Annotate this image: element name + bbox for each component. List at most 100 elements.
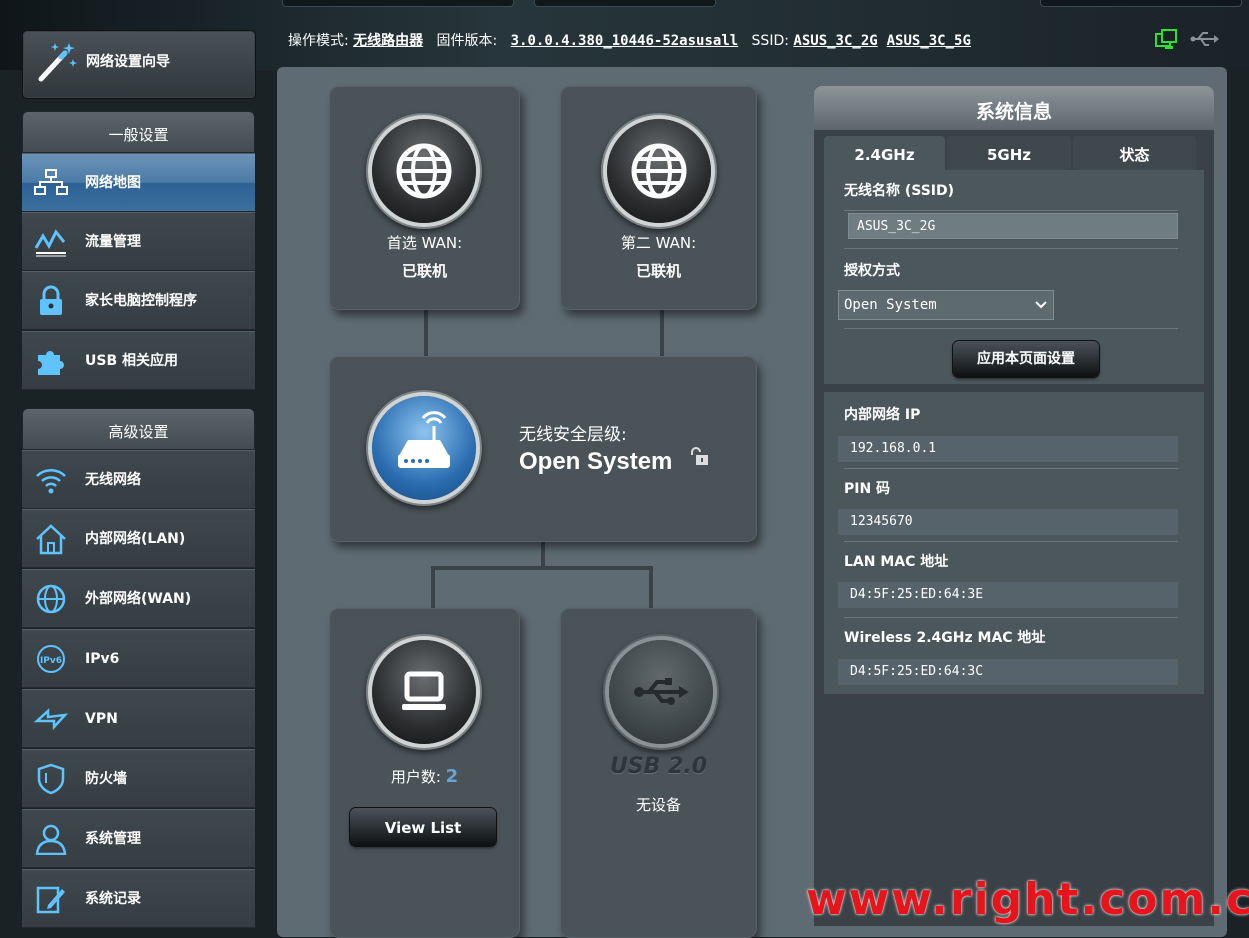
router-disk xyxy=(372,396,476,500)
wireless-mac-value: D4:5F:25:ED:64:3C xyxy=(838,659,1178,685)
general-settings-header: 一般设置 xyxy=(22,111,255,153)
sidebar-item-parental-control[interactable]: 家长电脑控制程序 xyxy=(22,271,255,330)
view-list-button[interactable]: View List xyxy=(350,808,496,846)
secondary-wan-label: 第二 WAN: xyxy=(620,234,697,252)
traffic-chart-icon xyxy=(34,229,66,257)
usb-status: 无设备 xyxy=(635,796,681,814)
svg-text:IPv6: IPv6 xyxy=(40,656,62,666)
sidebar-item-wireless[interactable]: 无线网络 xyxy=(22,450,255,509)
globe-disk xyxy=(372,119,476,223)
usb-card[interactable]: USB 2.0 无设备 xyxy=(560,608,757,938)
usb-icon xyxy=(634,678,689,705)
branch-connector xyxy=(431,566,653,570)
advanced-settings-menu: 高级设置 无线网络 内部网络(LAN) 外部网络(WAN) IPv6 IPv6 … xyxy=(22,408,255,928)
auth-method-select[interactable]: Open System xyxy=(838,290,1054,320)
clients-card[interactable]: 用户数: 2 View List xyxy=(329,608,520,938)
lock-icon xyxy=(40,285,62,315)
puzzle-icon xyxy=(38,351,64,375)
primary-wan-card[interactable]: 首选 WAN: 已联机 xyxy=(329,86,520,310)
divider xyxy=(844,210,1178,211)
sidebar-item-label: 流量管理 xyxy=(85,234,141,250)
shield-icon xyxy=(37,763,65,795)
system-status-section: 内部网络 IP 192.168.0.1 PIN 码 12345670 LAN M… xyxy=(824,392,1204,694)
site-watermark: www.right.com.cn xyxy=(806,874,1249,925)
mode-value-link[interactable]: 无线路由器 xyxy=(353,33,423,49)
lan-mac-value: D4:5F:25:ED:64:3E xyxy=(838,582,1178,608)
pin-code-value: 12345670 xyxy=(838,509,1178,535)
globe-icon xyxy=(631,143,687,199)
magic-wand-icon xyxy=(38,43,77,82)
apply-settings-button[interactable]: 应用本页面设置 xyxy=(953,341,1099,377)
clients-count-label: 用户数: xyxy=(390,768,441,786)
auth-method-value: Open System xyxy=(844,297,937,313)
sidebar-item-lan[interactable]: 内部网络(LAN) xyxy=(22,509,255,568)
tab-2-4ghz[interactable]: 2.4GHz xyxy=(824,136,945,170)
quick-setup-wizard-button[interactable]: 网络设置向导 xyxy=(22,30,256,99)
lan-ip-label: 内部网络 IP xyxy=(844,407,921,423)
wireless-mac-label: Wireless 2.4GHz MAC 地址 xyxy=(844,630,1046,646)
ssid-5g-link[interactable]: ASUS_3C_5G xyxy=(887,33,971,49)
log-edit-icon xyxy=(36,886,65,914)
secondary-wan-card[interactable]: 第二 WAN: 已联机 xyxy=(560,86,757,310)
wifi-icon xyxy=(36,469,66,494)
sidebar-item-label: 网络地图 xyxy=(85,175,141,191)
secondary-wan-status: 已联机 xyxy=(635,262,681,280)
security-level-value: Open System xyxy=(519,448,673,475)
usb-connector xyxy=(649,566,653,610)
ssid-2g-link[interactable]: ASUS_3C_2G xyxy=(793,33,877,49)
firmware-label: 固件版本: xyxy=(436,33,498,49)
sidebar-item-ipv6[interactable]: IPv6 IPv6 xyxy=(22,629,255,688)
sidebar-item-vpn[interactable]: VPN xyxy=(22,689,255,748)
divider xyxy=(844,617,1178,618)
ssid-field-label: 无线名称 (SSID) xyxy=(844,183,955,199)
sidebar-item-wan[interactable]: 外部网络(WAN) xyxy=(22,569,255,628)
primary-wan-label: 首选 WAN: xyxy=(386,234,463,252)
sidebar-item-usb-application[interactable]: USB 相关应用 xyxy=(22,331,255,390)
sidebar-item-label: 防火墙 xyxy=(85,771,127,787)
unlocked-icon xyxy=(691,447,708,465)
wizard-label: 网络设置向导 xyxy=(86,54,170,70)
firmware-value-link[interactable]: 3.0.0.4.380_10446-52asusall xyxy=(511,33,739,49)
globe-disk xyxy=(607,119,711,223)
sidebar-item-administration[interactable]: 系统管理 xyxy=(22,809,255,868)
router-card[interactable]: 无线安全层级: Open System xyxy=(329,356,757,542)
sidebar-item-label: 外部网络(WAN) xyxy=(85,591,192,607)
system-info-title: 系统信息 xyxy=(814,86,1214,130)
router-down-connector xyxy=(541,542,545,569)
chevron-down-icon xyxy=(1035,301,1047,309)
ssid-label: SSID: xyxy=(751,33,789,49)
sidebar-item-label: 系统管理 xyxy=(85,831,141,847)
advanced-settings-header: 高级设置 xyxy=(22,408,255,450)
clients-count-row: 用户数: 2 xyxy=(329,766,520,787)
divider xyxy=(844,468,1178,469)
usb-status-icon[interactable] xyxy=(1190,30,1220,48)
vpn-icon xyxy=(34,708,68,731)
divider xyxy=(844,541,1178,542)
wan2-connector xyxy=(660,310,664,356)
computer-icon xyxy=(402,671,446,710)
ssid-input[interactable]: ASUS_3C_2G xyxy=(848,213,1178,239)
lan-mac-label: LAN MAC 地址 xyxy=(844,554,949,570)
sidebar-item-traffic-manager[interactable]: 流量管理 xyxy=(22,212,255,271)
sidebar-item-firewall[interactable]: 防火墙 xyxy=(22,749,255,808)
sidebar-item-label: 系统记录 xyxy=(85,891,141,907)
connection-status-icon[interactable] xyxy=(1154,28,1180,52)
globe-icon xyxy=(396,143,452,199)
clients-disk xyxy=(372,640,476,744)
status-bar: 操作模式: 无线路由器 固件版本: 3.0.0.4.380_10446-52as… xyxy=(288,30,971,50)
divider xyxy=(844,328,1178,329)
sidebar-item-label: IPv6 xyxy=(85,651,120,667)
sidebar-item-label: VPN xyxy=(85,711,118,727)
sidebar-item-label: 内部网络(LAN) xyxy=(85,531,186,547)
divider xyxy=(844,248,1178,249)
globe-icon xyxy=(36,584,66,614)
usb-version-label: USB 2.0 xyxy=(609,754,708,779)
home-icon xyxy=(36,524,66,555)
pin-code-label: PIN 码 xyxy=(844,481,891,497)
usb-disk xyxy=(609,640,713,744)
security-level-label: 无线安全层级: xyxy=(519,425,627,445)
tab-5ghz[interactable]: 5GHz xyxy=(947,136,1071,170)
sidebar-item-network-map[interactable]: 网络地图 xyxy=(22,153,255,212)
sidebar-item-system-log[interactable]: 系统记录 xyxy=(22,869,255,928)
tab-status[interactable]: 状态 xyxy=(1073,136,1196,170)
